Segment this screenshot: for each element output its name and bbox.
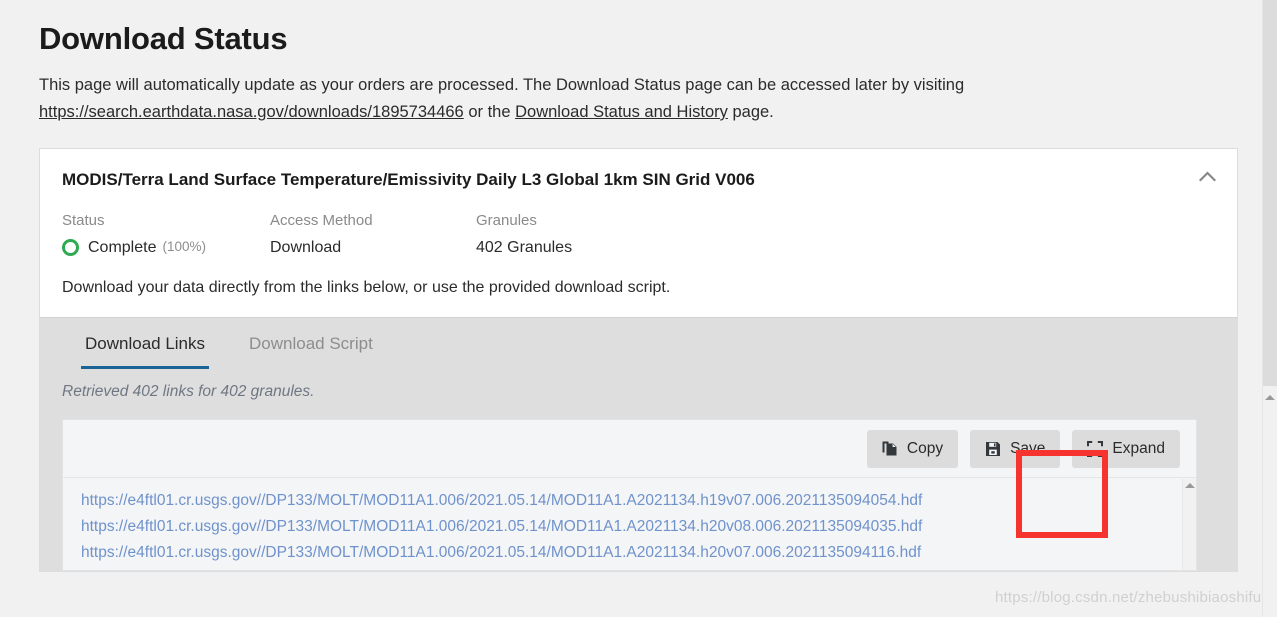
page-scroll-region: Download Status This page will automatic…: [0, 0, 1262, 617]
status-complete-ring-icon: [62, 238, 79, 256]
tab-strip: Download Links Download Script: [40, 317, 1237, 370]
order-meta-row: Status Complete (100%) Access Method Dow…: [62, 212, 1215, 257]
order-card-note: Download your data directly from the lin…: [62, 278, 671, 296]
status-label: Status: [62, 211, 105, 229]
status-value-group: Complete (100%): [62, 238, 270, 257]
save-floppy-icon: [985, 441, 1001, 457]
download-link[interactable]: https://e4ftl01.cr.usgs.gov//DP133/MOLT/…: [81, 514, 1196, 540]
page-title: Download Status: [39, 21, 288, 56]
dataset-title: MODIS/Terra Land Surface Temperature/Emi…: [62, 169, 755, 189]
order-card: MODIS/Terra Land Surface Temperature/Emi…: [39, 147, 1238, 573]
download-status-history-link[interactable]: Download Status and History: [515, 103, 728, 121]
order-card-body: MODIS/Terra Land Surface Temperature/Emi…: [40, 149, 1237, 318]
tab-download-links[interactable]: Download Links: [81, 334, 210, 370]
retrieved-links-note: Retrieved 402 links for 402 granules.: [62, 383, 315, 401]
meta-status: Status Complete (100%): [62, 212, 270, 257]
status-value: Complete: [88, 238, 157, 256]
save-button[interactable]: Save: [970, 429, 1061, 468]
download-status-url-link[interactable]: https://search.earthdata.nasa.gov/downlo…: [39, 103, 464, 121]
expand-icon: [1087, 440, 1104, 457]
chevron-up-icon[interactable]: [1193, 163, 1221, 191]
copy-button[interactable]: Copy: [866, 429, 959, 468]
links-box: Copy Save Expand https://e4ftl01.cr.usgs…: [62, 419, 1197, 572]
granules-value: 402 Granules: [476, 238, 573, 256]
save-button-label: Save: [1010, 439, 1046, 457]
status-percent: (100%): [162, 239, 207, 255]
intro-text-part-1: This page will automatically update as y…: [39, 76, 965, 95]
access-method-label: Access Method: [270, 211, 373, 229]
scroll-up-arrow-icon[interactable]: [1185, 483, 1195, 489]
copy-button-label: Copy: [906, 439, 944, 457]
download-links-panel: Retrieved 402 links for 402 granules. Co…: [40, 369, 1237, 572]
meta-access-method: Access Method Download: [270, 212, 476, 257]
page-scrollbar[interactable]: [1262, 0, 1277, 617]
page-scrollbar-thumb[interactable]: [1263, 0, 1277, 386]
meta-granules: Granules 402 Granules: [476, 212, 696, 257]
links-toolbar: Copy Save Expand: [63, 420, 1196, 479]
page-scroll-up-arrow-icon[interactable]: [1265, 395, 1275, 400]
intro-text-part-3: page.: [727, 102, 774, 121]
expand-button-label: Expand: [1112, 439, 1165, 457]
links-list-scrollbar[interactable]: [1182, 479, 1196, 571]
granules-label: Granules: [476, 211, 537, 229]
page-intro-text: This page will automatically update as y…: [39, 72, 1079, 125]
intro-text-part-2: or the: [463, 102, 516, 121]
download-link[interactable]: https://e4ftl01.cr.usgs.gov//DP133/MOLT/…: [81, 540, 1196, 566]
copy-icon: [882, 440, 898, 457]
download-link[interactable]: https://e4ftl01.cr.usgs.gov//DP133/MOLT/…: [81, 488, 1196, 514]
access-method-value: Download: [270, 238, 342, 256]
tab-download-script[interactable]: Download Script: [245, 334, 377, 369]
expand-button[interactable]: Expand: [1072, 429, 1180, 468]
download-links-list: https://e4ftl01.cr.usgs.gov//DP133/MOLT/…: [63, 478, 1196, 565]
